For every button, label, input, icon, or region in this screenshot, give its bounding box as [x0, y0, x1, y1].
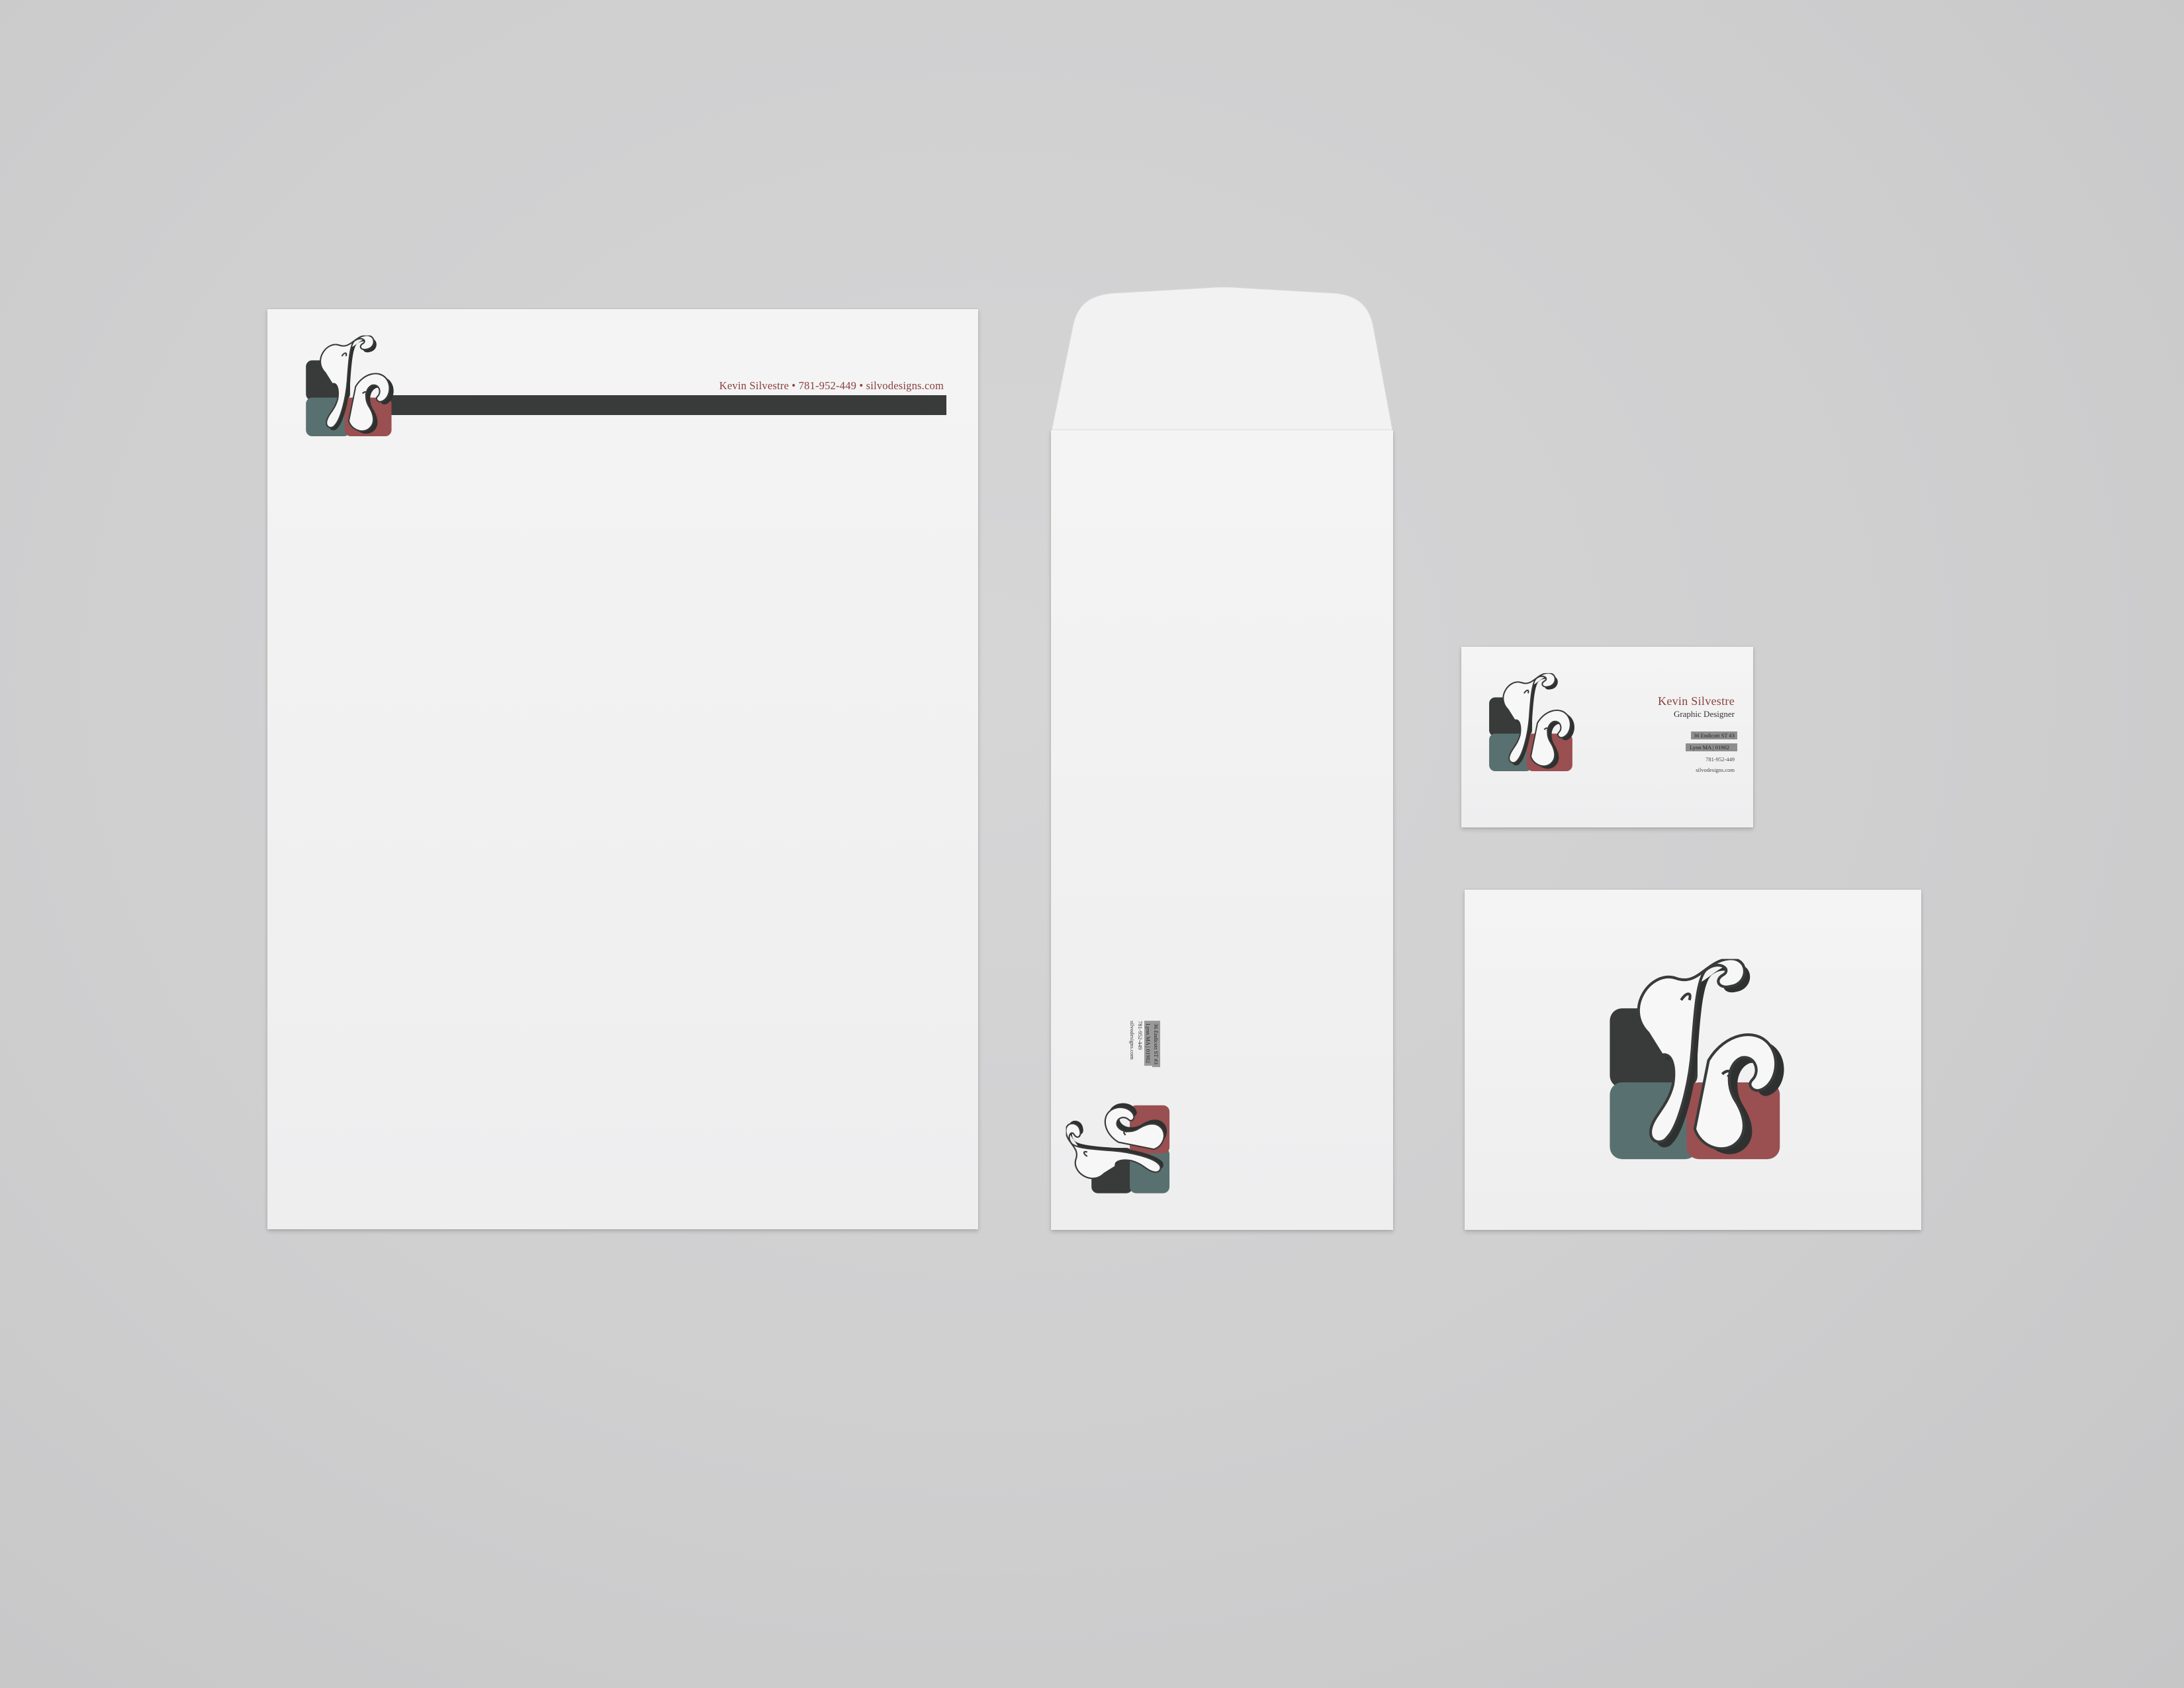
letterhead-sheet: Kevin Silvestre • 781-952-449 • silvodes… — [267, 309, 978, 1229]
letterhead-contact-line: Kevin Silvestre • 781-952-449 • silvodes… — [719, 379, 944, 392]
business-card-address-line1: 36 Endicott ST #3 — [1691, 731, 1737, 739]
note-card — [1465, 890, 1921, 1230]
ks-monogram-logo-icon — [302, 334, 398, 440]
envelope-website: silvodesigns.com — [1129, 1021, 1136, 1060]
business-card-address-line2: Lynn MA | 01902 — [1685, 743, 1737, 751]
business-card: Kevin Silvestre Graphic Designer 36 Endi… — [1461, 647, 1753, 827]
business-card-name: Kevin Silvestre — [1658, 694, 1735, 708]
envelope-address-line2: Lynn MA | 01902 — [1144, 1021, 1152, 1066]
letterhead-rule — [387, 395, 946, 415]
envelope-flap — [1050, 287, 1394, 434]
ks-monogram-logo-icon — [1485, 672, 1579, 775]
ks-monogram-logo-icon — [1602, 956, 1794, 1168]
ks-monogram-logo-icon — [1062, 1098, 1176, 1197]
envelope-address-line1: 36 Endicott ST #3 — [1152, 1021, 1160, 1067]
business-card-title: Graphic Designer — [1673, 709, 1735, 719]
business-card-phone: 781-952-449 — [1706, 756, 1735, 763]
business-card-website: silvodesigns.com — [1696, 767, 1735, 773]
envelope: 36 Endicott ST #3 Lynn MA | 01902 781-95… — [1051, 430, 1393, 1230]
envelope-phone: 781-952-449 — [1137, 1021, 1144, 1050]
